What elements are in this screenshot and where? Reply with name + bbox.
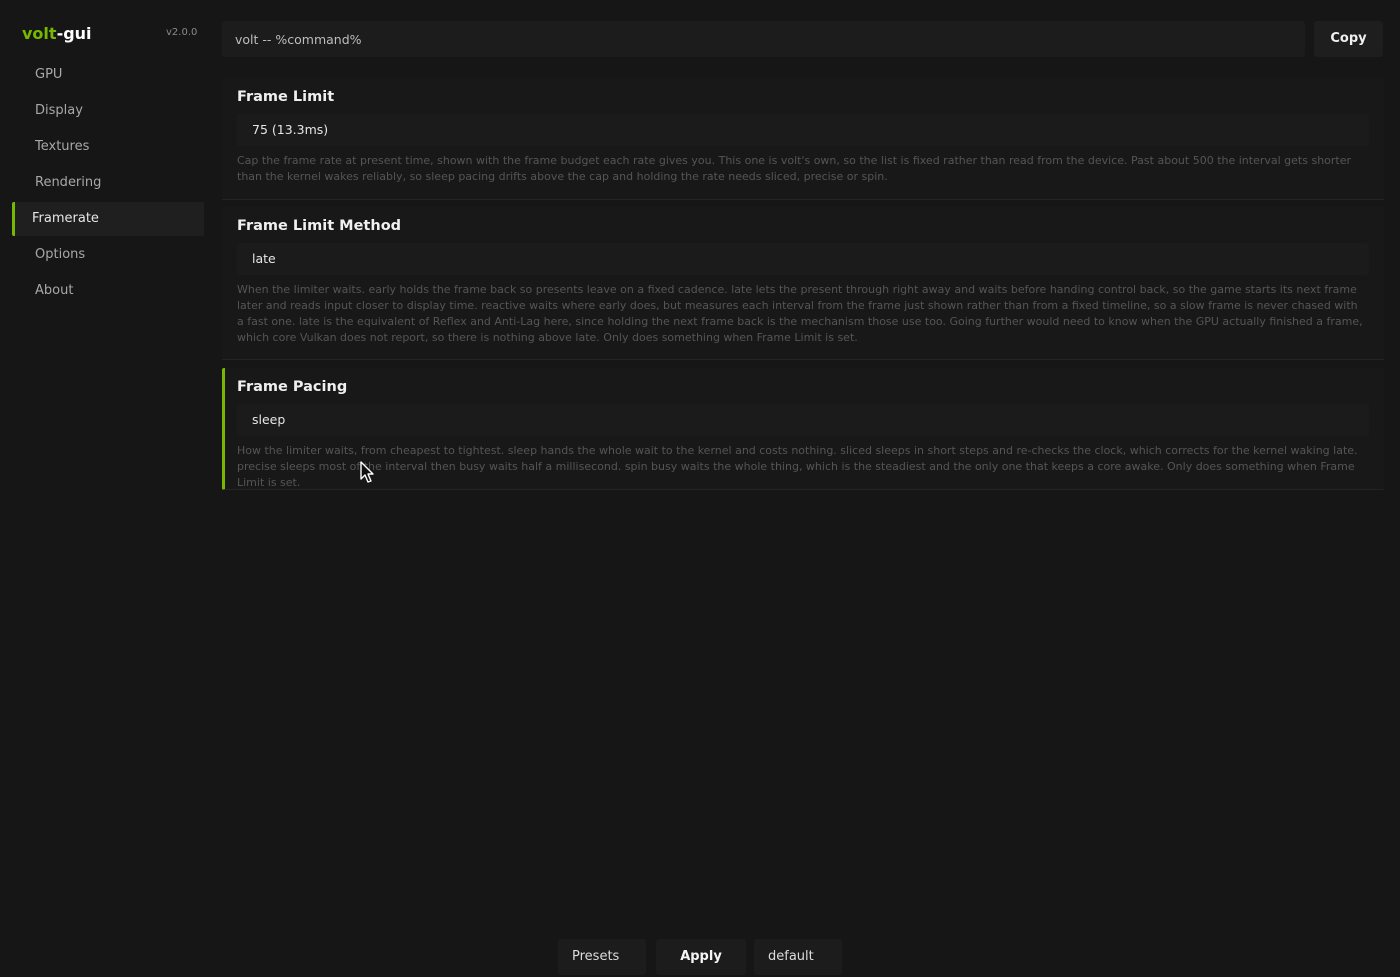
setting-frame-limit-method: Frame Limit Method late When the limiter… xyxy=(222,207,1384,360)
sidebar-item-about[interactable]: About xyxy=(12,274,204,308)
sidebar-item-textures[interactable]: Textures xyxy=(12,130,204,164)
app-name-primary: volt xyxy=(22,24,57,43)
app-version: v2.0.0 xyxy=(166,27,198,38)
sidebar-item-gpu[interactable]: GPU xyxy=(12,58,204,92)
mouse-cursor-icon xyxy=(360,461,374,483)
profile-select[interactable]: default xyxy=(754,939,842,975)
setting-frame-limit: Frame Limit 75 (13.3ms) Cap the frame ra… xyxy=(222,78,1384,200)
copy-button[interactable]: Copy xyxy=(1314,21,1383,57)
app-logo: volt-gui xyxy=(22,24,92,43)
setting-frame-pacing: Frame Pacing sleep How the limiter waits… xyxy=(222,368,1384,490)
presets-button[interactable]: Presets xyxy=(558,939,646,975)
setting-title: Frame Limit xyxy=(237,89,335,105)
frame-limit-select[interactable]: 75 (13.3ms) xyxy=(237,114,1369,146)
apply-button[interactable]: Apply xyxy=(656,939,746,975)
command-input[interactable] xyxy=(222,21,1305,57)
sidebar-item-display[interactable]: Display xyxy=(12,94,204,128)
sidebar: volt-gui v2.0.0 GPU Display Textures Ren… xyxy=(0,0,212,977)
sidebar-item-options[interactable]: Options xyxy=(12,238,204,272)
setting-description: How the limiter waits, from cheapest to … xyxy=(237,444,1358,489)
setting-title: Frame Pacing xyxy=(237,379,348,395)
setting-description: Cap the frame rate at present time, show… xyxy=(237,154,1352,183)
sidebar-item-framerate[interactable]: Framerate xyxy=(12,202,204,236)
frame-pacing-select[interactable]: sleep xyxy=(237,404,1369,436)
app-name-secondary: -gui xyxy=(56,24,92,43)
sidebar-nav: GPU Display Textures Rendering Framerate… xyxy=(12,58,204,310)
sidebar-item-rendering[interactable]: Rendering xyxy=(12,166,204,200)
setting-description: When the limiter waits. early holds the … xyxy=(237,283,1363,344)
setting-title: Frame Limit Method xyxy=(237,218,402,234)
frame-limit-method-select[interactable]: late xyxy=(237,243,1369,275)
